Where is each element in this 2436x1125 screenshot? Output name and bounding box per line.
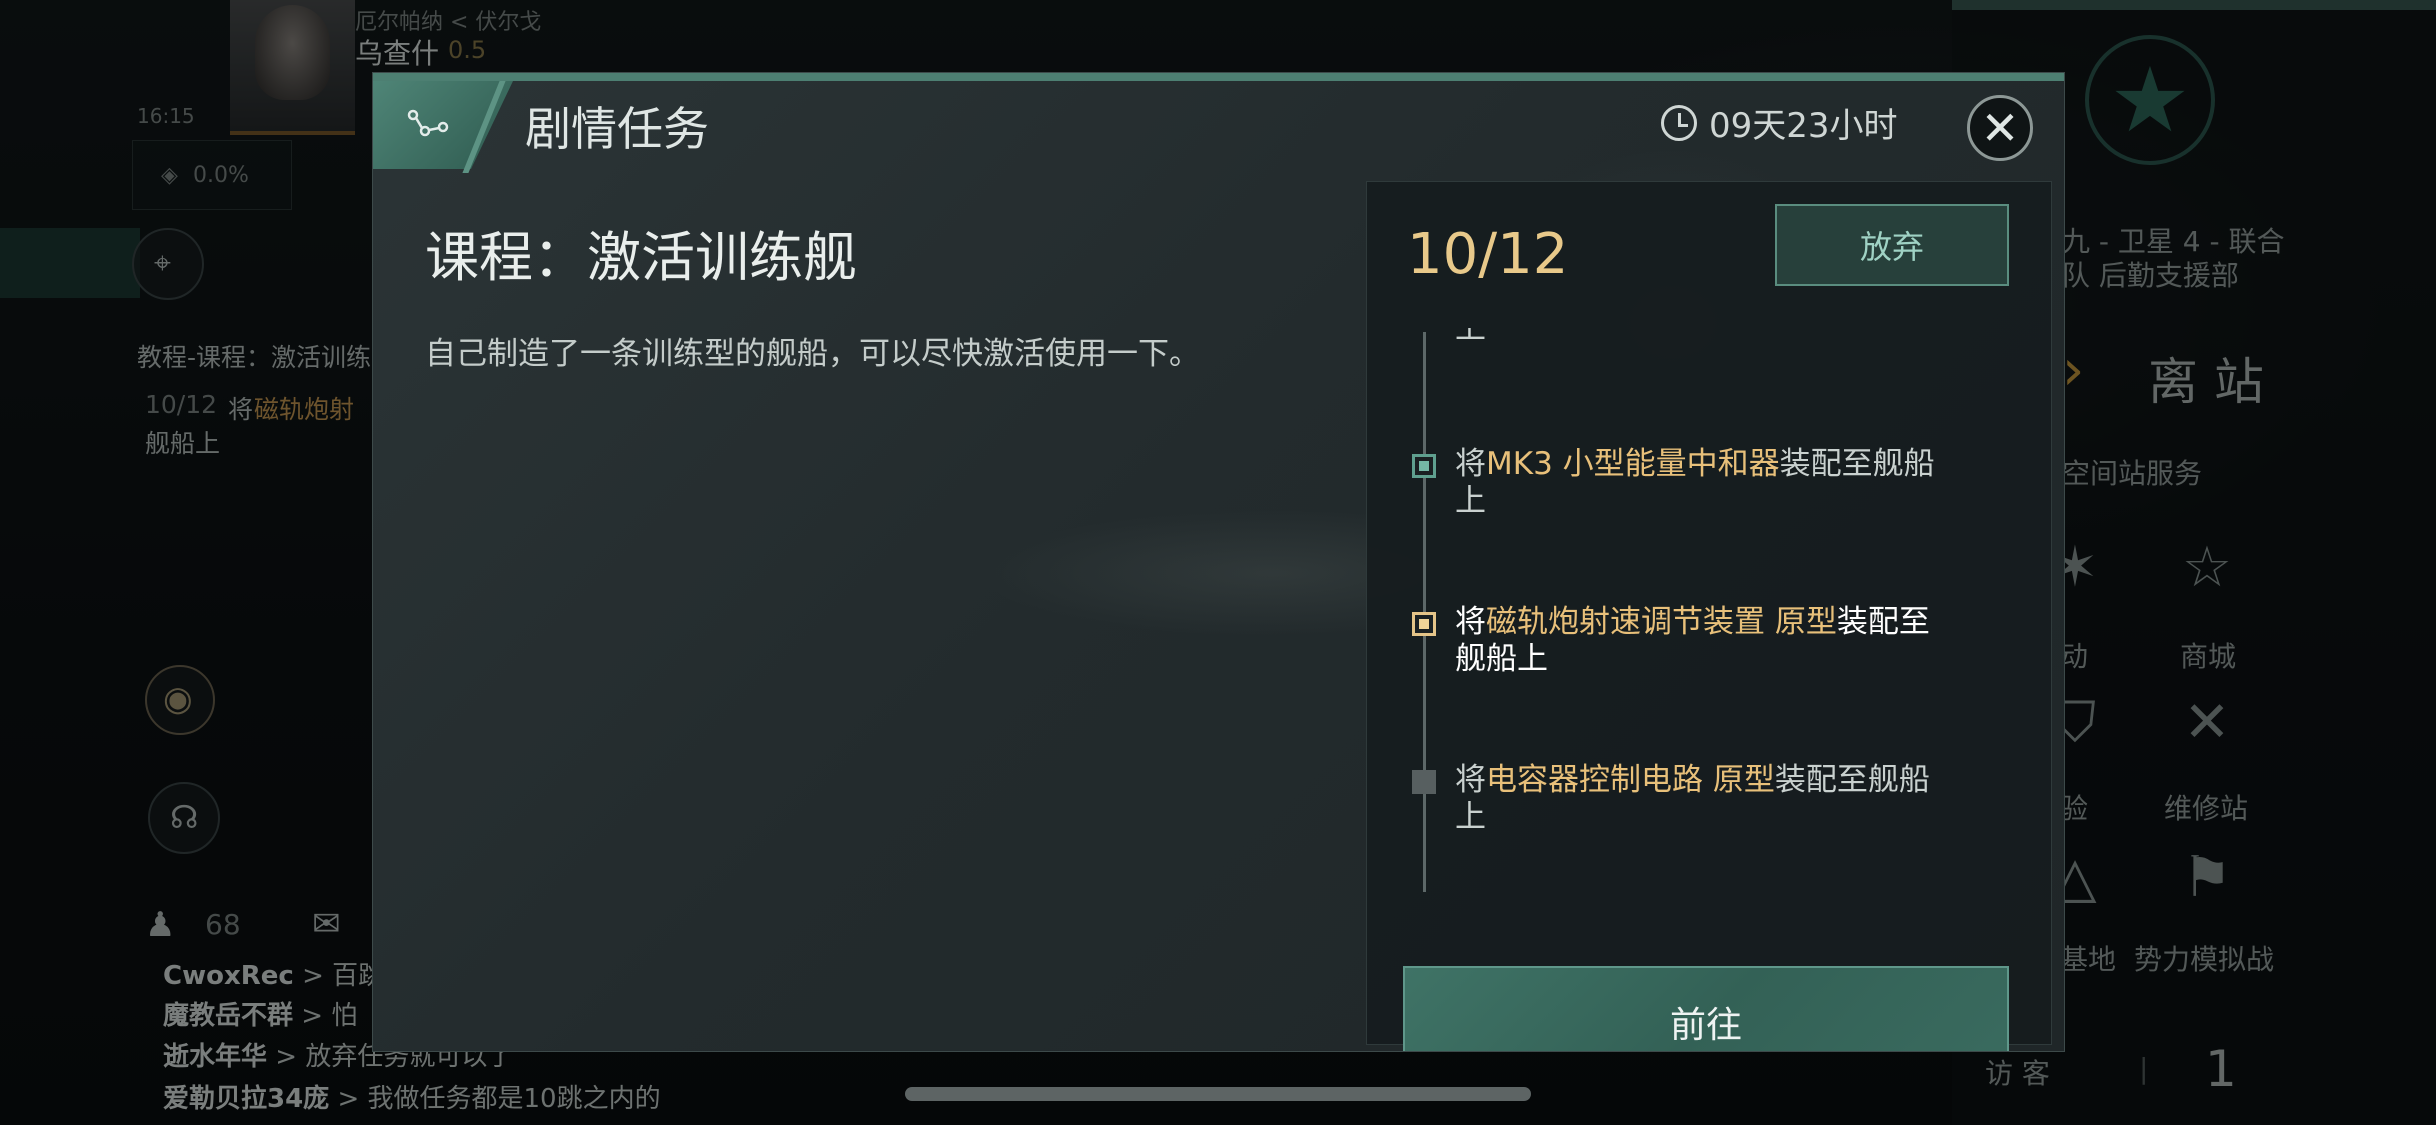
- abandon-button[interactable]: 放弃: [1775, 204, 2009, 286]
- step-text: 将磁轨炮射速调节装置 原型装配至舰船上: [1455, 604, 1930, 677]
- course-title: 课程：激活训练舰: [425, 226, 857, 289]
- go-button[interactable]: 前往: [1403, 966, 2009, 1051]
- quest-progress: 10/12: [1407, 222, 1569, 287]
- course-description: 自己制造了一条训练型的舰船，可以尽快激活使用一下。: [425, 336, 1200, 372]
- close-button[interactable]: ✕: [1967, 95, 2033, 161]
- step-text: 将电容器控制电路 原型装配至舰船上: [1455, 762, 1930, 835]
- home-indicator[interactable]: [905, 1087, 1531, 1101]
- step-text: 将MK3 小型能量中和器装配至舰船上: [1455, 446, 1935, 519]
- quest-type-title: 剧情任务: [525, 102, 709, 156]
- story-quest-icon: [407, 109, 449, 137]
- step-done-marker: [1412, 454, 1436, 478]
- close-icon: ✕: [1980, 101, 2020, 155]
- quest-steps-panel: 10/12 放弃 上 将MK3 小型能量中和器装配至舰船上 将磁轨炮射速调节装置…: [1366, 181, 2053, 1051]
- step-text: 上: [1455, 328, 1486, 346]
- step-pending-marker: [1412, 770, 1436, 794]
- dialog-top-accent: [373, 73, 2064, 81]
- timer-text: 09天23小时: [1709, 106, 1898, 146]
- steps-scroll-area[interactable]: 上 将MK3 小型能量中和器装配至舰船上 将磁轨炮射速调节装置 原型装配至舰船上…: [1367, 328, 2053, 900]
- quest-timer: 09天23小时: [1661, 98, 1898, 147]
- step-current-marker: [1412, 612, 1436, 636]
- clock-icon: [1661, 104, 1697, 141]
- quest-dialog: 剧情任务 09天23小时 ✕ 课程：激活训练舰 自己制造了一条训练型的舰船，可以…: [372, 72, 2065, 1052]
